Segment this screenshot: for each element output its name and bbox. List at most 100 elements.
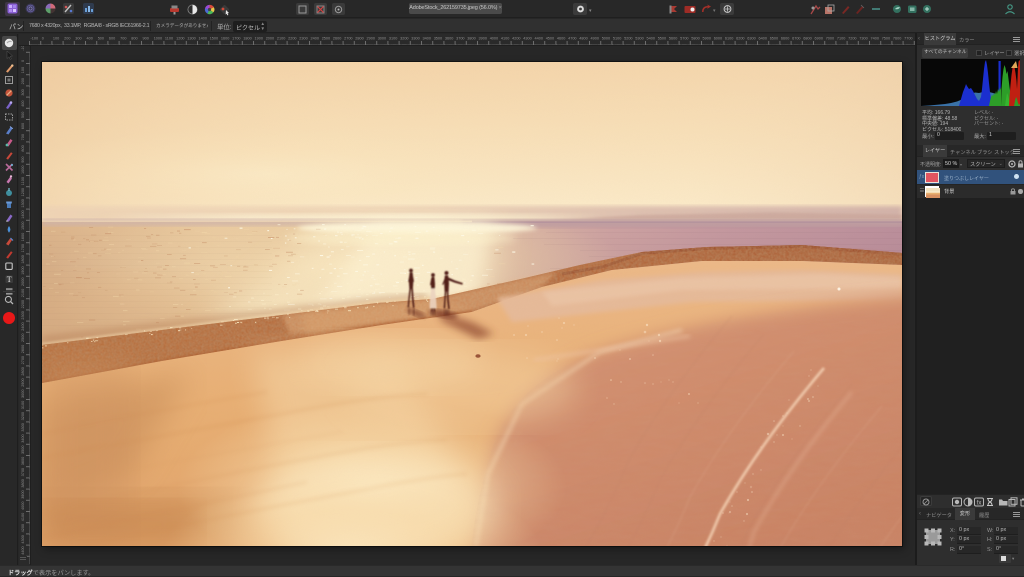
svg-text:1700: 1700 (232, 37, 240, 41)
svg-text:4600: 4600 (557, 37, 565, 41)
svg-text:3000: 3000 (21, 390, 25, 398)
svg-text:5400: 5400 (647, 37, 655, 41)
svg-text:6800: 6800 (803, 37, 811, 41)
svg-text:200: 200 (21, 78, 25, 84)
svg-text:7100: 7100 (837, 37, 845, 41)
svg-text:200: 200 (64, 37, 70, 41)
svg-text:4300: 4300 (21, 535, 25, 543)
svg-text:3200: 3200 (21, 412, 25, 420)
svg-text:7700: 7700 (904, 37, 912, 41)
svg-text:3000: 3000 (378, 37, 386, 41)
svg-text:7400: 7400 (871, 37, 879, 41)
svg-text:1900: 1900 (255, 37, 263, 41)
svg-text:2200: 2200 (21, 300, 25, 308)
svg-text:2900: 2900 (367, 37, 375, 41)
svg-text:3300: 3300 (411, 37, 419, 41)
svg-text:6500: 6500 (770, 37, 778, 41)
svg-text:2600: 2600 (333, 37, 341, 41)
svg-text:6900: 6900 (815, 37, 823, 41)
svg-text:3100: 3100 (389, 37, 397, 41)
svg-text:5900: 5900 (703, 37, 711, 41)
svg-text:4700: 4700 (568, 37, 576, 41)
svg-text:4400: 4400 (535, 37, 543, 41)
svg-text:2000: 2000 (266, 37, 274, 41)
svg-text:2300: 2300 (299, 37, 307, 41)
svg-text:7300: 7300 (859, 37, 867, 41)
svg-text:2400: 2400 (311, 37, 319, 41)
svg-text:-100: -100 (21, 46, 25, 51)
svg-text:2100: 2100 (277, 37, 285, 41)
svg-text:500: 500 (98, 37, 104, 41)
svg-text:5200: 5200 (624, 37, 632, 41)
svg-text:3900: 3900 (479, 37, 487, 41)
svg-text:700: 700 (21, 134, 25, 140)
svg-text:1400: 1400 (199, 37, 207, 41)
svg-text:6600: 6600 (781, 37, 789, 41)
svg-text:800: 800 (131, 37, 137, 41)
svg-text:3100: 3100 (21, 401, 25, 409)
svg-text:900: 900 (21, 156, 25, 162)
svg-text:1600: 1600 (221, 37, 229, 41)
svg-text:3500: 3500 (21, 446, 25, 454)
svg-text:2500: 2500 (322, 37, 330, 41)
svg-text:4200: 4200 (512, 37, 520, 41)
svg-text:4000: 4000 (490, 37, 498, 41)
svg-text:300: 300 (21, 89, 25, 95)
svg-text:1000: 1000 (21, 166, 25, 174)
svg-text:4800: 4800 (579, 37, 587, 41)
svg-text:1000: 1000 (154, 37, 162, 41)
svg-text:4300: 4300 (523, 37, 531, 41)
svg-text:4100: 4100 (501, 37, 509, 41)
svg-text:400: 400 (21, 100, 25, 106)
svg-text:2600: 2600 (21, 345, 25, 353)
svg-text:1100: 1100 (21, 177, 25, 185)
svg-text:3200: 3200 (400, 37, 408, 41)
svg-text:5300: 5300 (635, 37, 643, 41)
svg-text:4900: 4900 (591, 37, 599, 41)
svg-text:1800: 1800 (243, 37, 251, 41)
svg-text:700: 700 (120, 37, 126, 41)
svg-text:T: T (7, 275, 12, 284)
svg-text:100: 100 (53, 37, 59, 41)
svg-text:1700: 1700 (21, 244, 25, 252)
svg-text:2000: 2000 (21, 278, 25, 286)
svg-text:500: 500 (21, 112, 25, 118)
svg-text:1800: 1800 (21, 255, 25, 263)
svg-text:5000: 5000 (602, 37, 610, 41)
svg-text:7200: 7200 (848, 37, 856, 41)
svg-text:600: 600 (109, 37, 115, 41)
svg-text:5100: 5100 (613, 37, 621, 41)
svg-text:1200: 1200 (21, 188, 25, 196)
svg-text:800: 800 (21, 145, 25, 151)
svg-text:2500: 2500 (21, 334, 25, 342)
svg-text:2800: 2800 (21, 367, 25, 375)
svg-text:7500: 7500 (882, 37, 890, 41)
svg-text:2200: 2200 (288, 37, 296, 41)
svg-text:100: 100 (21, 67, 25, 73)
svg-text:3700: 3700 (456, 37, 464, 41)
svg-text:4000: 4000 (21, 502, 25, 510)
svg-text:1300: 1300 (21, 199, 25, 207)
svg-text:600: 600 (21, 123, 25, 129)
svg-text:2400: 2400 (21, 322, 25, 330)
svg-text:3700: 3700 (21, 468, 25, 476)
svg-text:6300: 6300 (747, 37, 755, 41)
svg-text:5800: 5800 (691, 37, 699, 41)
svg-text:1200: 1200 (176, 37, 184, 41)
svg-text:5600: 5600 (669, 37, 677, 41)
svg-text:3800: 3800 (21, 479, 25, 487)
svg-text:1100: 1100 (165, 37, 173, 41)
svg-text:2900: 2900 (21, 378, 25, 386)
svg-text:7000: 7000 (826, 37, 834, 41)
svg-text:2800: 2800 (355, 37, 363, 41)
svg-text:0: 0 (21, 60, 25, 62)
svg-text:4100: 4100 (21, 513, 25, 521)
svg-text:4500: 4500 (546, 37, 554, 41)
svg-text:3600: 3600 (21, 457, 25, 465)
svg-text:3300: 3300 (21, 423, 25, 431)
svg-text:6700: 6700 (792, 37, 800, 41)
svg-text:5500: 5500 (658, 37, 666, 41)
svg-text:3500: 3500 (434, 37, 442, 41)
svg-text:2700: 2700 (344, 37, 352, 41)
svg-text:3800: 3800 (467, 37, 475, 41)
